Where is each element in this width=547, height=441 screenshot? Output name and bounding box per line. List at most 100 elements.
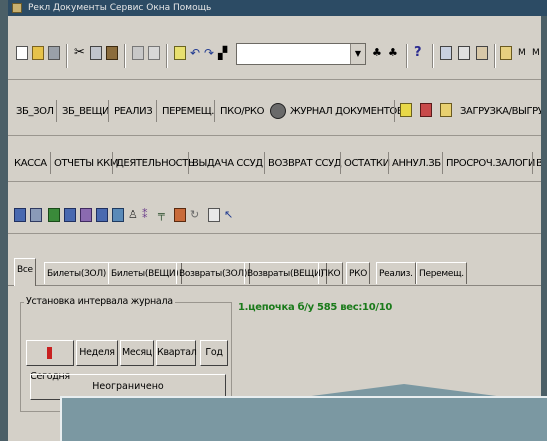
peremesch-button[interactable]: ПЕРЕМЕЩ. [162, 102, 214, 122]
toolbar-separator [156, 100, 157, 122]
toolbar-separator [442, 152, 443, 174]
journal-documents-button[interactable]: ЖУРНАЛ ДОКУМЕНТОВ [290, 102, 404, 122]
undo-icon[interactable]: ↶ [190, 46, 202, 60]
folder-icon[interactable] [440, 103, 452, 117]
standard-toolbar: ✂ ↶ ↷ ▞ ▼ ♣ ♣ ? M M [8, 34, 547, 80]
overdue-pledges-button[interactable]: ПРОСРОЧ.ЗАЛОГИ [446, 154, 535, 174]
print-icon[interactable] [132, 46, 144, 60]
toolbar-separator [532, 152, 533, 174]
tab-pko[interactable]: ПКО [318, 262, 344, 284]
edit-icon[interactable] [80, 208, 92, 222]
tab-tickets-gold[interactable]: Билеты(ЗОЛ) [44, 262, 110, 284]
month-button[interactable]: Месяц [120, 340, 154, 366]
columns-icon[interactable]: ╤ [158, 208, 170, 222]
toolbar-separator [112, 152, 113, 174]
toolbar-separator [124, 44, 126, 68]
week-button[interactable]: Неделя [76, 340, 118, 366]
today-icon [46, 346, 52, 359]
pko-rko-button[interactable]: ПКО/РКО [220, 102, 264, 122]
export-icon[interactable] [174, 208, 186, 222]
search-combo[interactable]: ▼ [236, 43, 366, 65]
refresh-icon[interactable]: ↻ [190, 208, 202, 222]
toolbar-separator [264, 152, 265, 174]
overlay-callout [60, 396, 547, 441]
preview-icon[interactable] [148, 46, 160, 60]
find-next-icon[interactable]: ♣ [372, 46, 384, 60]
redo-icon[interactable]: ↷ [204, 46, 216, 60]
binoculars-icon[interactable]: ▞ [218, 46, 230, 60]
save-icon[interactable] [48, 46, 60, 60]
chevron-down-icon[interactable]: ▼ [350, 44, 365, 64]
journal-icon-toolbar: ♙ ⁑ ╤ ↻ ↖ [8, 196, 547, 234]
toolbar-separator [340, 152, 341, 174]
copy-icon[interactable] [90, 46, 102, 60]
tab-returns-gold[interactable]: Возвраты(ЗОЛ) [176, 262, 251, 284]
menu-bar: Рекл Документы Сервис Окна Помощь [8, 0, 547, 16]
journal-icon[interactable] [270, 103, 286, 119]
toolbar-separator [188, 152, 189, 174]
chain-status-text: 1.цепочка б/у 585 вес:10/10 [238, 302, 393, 313]
form-icon[interactable] [174, 46, 186, 60]
grid-view-icon[interactable] [14, 208, 26, 222]
zb-zol-button[interactable]: ЗБ_ЗОЛ [16, 102, 54, 122]
toolbar-separator [388, 152, 389, 174]
help-icon[interactable]: ? [414, 46, 426, 60]
tab-all[interactable]: Все [14, 258, 36, 286]
cut-icon[interactable]: ✂ [74, 46, 86, 60]
toolbar-separator [50, 152, 51, 174]
toolbar-separator [108, 100, 109, 122]
upload-download-button[interactable]: ЗАГРУЗКА/ВЫГРУЗ [460, 102, 547, 122]
m-icon[interactable]: M [518, 46, 530, 60]
list-icon[interactable] [64, 208, 76, 222]
interval-group-legend: Установка интервала журнала [24, 296, 175, 307]
toolbar-separator [494, 44, 496, 68]
tab-tickets-items[interactable]: Билеты(ВЕЩИ) [108, 262, 182, 284]
context-help-icon[interactable]: ↖ [224, 208, 236, 222]
toolbar-separator [56, 100, 57, 122]
realiz-button[interactable]: РЕАЛИЗ [114, 102, 153, 122]
loan-issue-button[interactable]: ВЫДАЧА ССУД [192, 154, 263, 174]
kassa-button[interactable]: КАССА [14, 154, 47, 174]
balances-button[interactable]: ОСТАТКИ [344, 154, 390, 174]
table-icon[interactable] [30, 208, 42, 222]
toolbar-separator [214, 100, 215, 122]
toolbar-separator [406, 44, 408, 68]
delete-icon[interactable] [96, 208, 108, 222]
tab-peremesch[interactable]: Перемещ. [416, 262, 467, 284]
operations-toolbar: КАССА ОТЧЕТЫ ККМ ДЕЯТЕЛЬНОСТЬ ВЫДАЧА ССУ… [8, 144, 547, 182]
filter-icon[interactable]: ♙ [128, 208, 140, 222]
note-icon[interactable] [400, 103, 412, 117]
report-icon[interactable] [476, 46, 488, 60]
toolbar-separator [166, 44, 168, 68]
menu-bar-text[interactable]: Рекл Документы Сервис Окна Помощь [28, 3, 211, 13]
tab-returns-items[interactable]: Возвраты(ВЕЩИ) [244, 262, 327, 284]
toolbar-separator [432, 44, 434, 68]
new-icon[interactable] [16, 46, 28, 60]
kkm-reports-button[interactable]: ОТЧЕТЫ ККМ [54, 154, 118, 174]
zb-veshi-button[interactable]: ЗБ_ВЕЩИ [62, 102, 109, 122]
flag-icon[interactable] [500, 46, 512, 60]
year-button[interactable]: Год [200, 340, 228, 366]
sort-icon[interactable]: ⁑ [142, 208, 154, 222]
quarter-button[interactable]: Квартал [156, 340, 197, 366]
grid-icon[interactable] [458, 46, 470, 60]
screen-edge [541, 16, 547, 441]
calc-icon[interactable] [440, 46, 452, 60]
today-button[interactable]: Сегодня [26, 340, 74, 382]
tool-icon[interactable] [420, 103, 432, 117]
application-window: Рекл Документы Сервис Окна Помощь ✂ ↶ ↷ … [8, 0, 547, 441]
loan-return-button[interactable]: ВОЗВРАТ ССУД [268, 154, 342, 174]
annul-zb-button[interactable]: АННУЛ.ЗБ [392, 154, 441, 174]
activity-button[interactable]: ДЕЯТЕЛЬНОСТЬ [116, 154, 195, 174]
properties-icon[interactable] [208, 208, 220, 222]
find-prev-icon[interactable]: ♣ [388, 46, 400, 60]
journal-tabs: Все Билеты(ЗОЛ) Билеты(ВЕЩИ) Возвраты(ЗО… [8, 256, 547, 286]
paste-icon[interactable] [106, 46, 118, 60]
tab-rko[interactable]: РКО [346, 262, 371, 284]
open-icon[interactable] [32, 46, 44, 60]
merge-icon[interactable] [112, 208, 124, 222]
app-icon [12, 3, 22, 13]
user-icon[interactable] [48, 208, 60, 222]
tab-realiz[interactable]: Реализ. [376, 262, 416, 284]
toolbar-separator [394, 100, 395, 122]
